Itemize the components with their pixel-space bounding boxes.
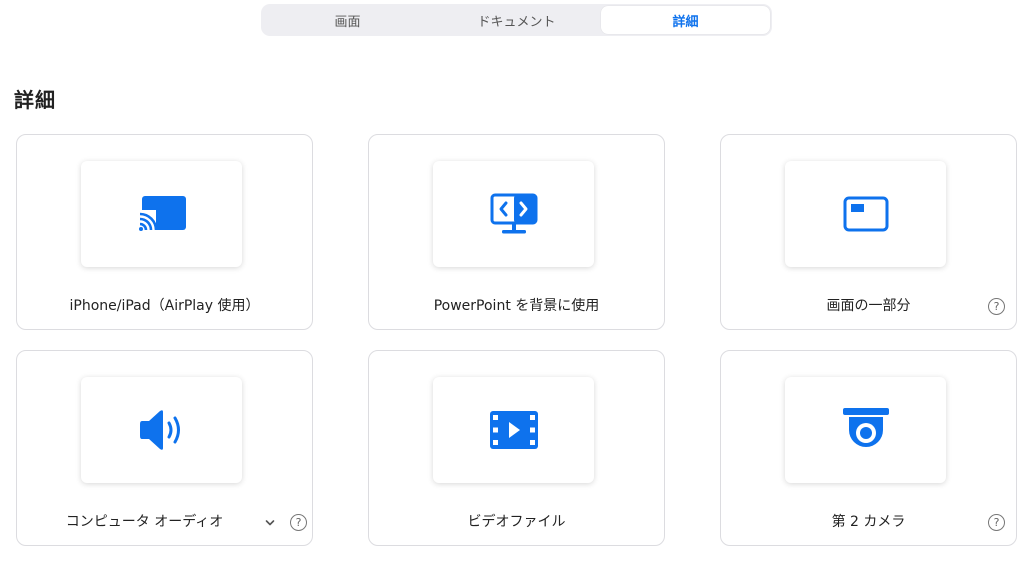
share-option-second-camera[interactable]: 第 2 カメラ ? [720, 350, 1017, 546]
option-label: iPhone/iPad（AirPlay 使用） [69, 298, 260, 314]
help-icon[interactable]: ? [988, 514, 1005, 531]
help-icon[interactable]: ? [988, 298, 1005, 315]
option-thumbnail [785, 377, 946, 483]
chevron-down-icon[interactable] [265, 519, 275, 527]
option-label: PowerPoint を背景に使用 [433, 298, 600, 314]
speaker-icon [139, 410, 180, 450]
airplay-cast-icon [137, 196, 186, 232]
option-thumbnail [81, 161, 242, 267]
share-option-video-file[interactable]: ビデオファイル [368, 350, 665, 546]
share-option-airplay[interactable]: iPhone/iPad（AirPlay 使用） [16, 134, 313, 330]
powerpoint-monitor-icon [490, 193, 537, 234]
screen-portion-icon [843, 196, 888, 232]
option-thumbnail [81, 377, 242, 483]
option-label: 画面の一部分 [826, 298, 911, 314]
tab-document[interactable]: ドキュメント [432, 6, 601, 34]
option-label: コンピュータ オーディオ [65, 514, 224, 530]
option-thumbnail [433, 161, 594, 267]
camera-icon [842, 408, 889, 447]
tab-advanced[interactable]: 詳細 [601, 6, 770, 34]
option-thumbnail [785, 161, 946, 267]
share-option-powerpoint[interactable]: PowerPoint を背景に使用 [368, 134, 665, 330]
share-option-screen-portion[interactable]: 画面の一部分 ? [720, 134, 1017, 330]
option-label: ビデオファイル [467, 514, 566, 530]
share-option-computer-audio[interactable]: コンピュータ オーディオ ? [16, 350, 313, 546]
share-tabs: 画面 ドキュメント 詳細 [261, 4, 772, 36]
option-label: 第 2 カメラ [831, 514, 906, 530]
tab-screen[interactable]: 画面 [263, 6, 432, 34]
help-icon[interactable]: ? [290, 514, 307, 531]
video-file-icon [489, 411, 538, 449]
section-title: 詳細 [14, 88, 56, 112]
option-thumbnail [433, 377, 594, 483]
